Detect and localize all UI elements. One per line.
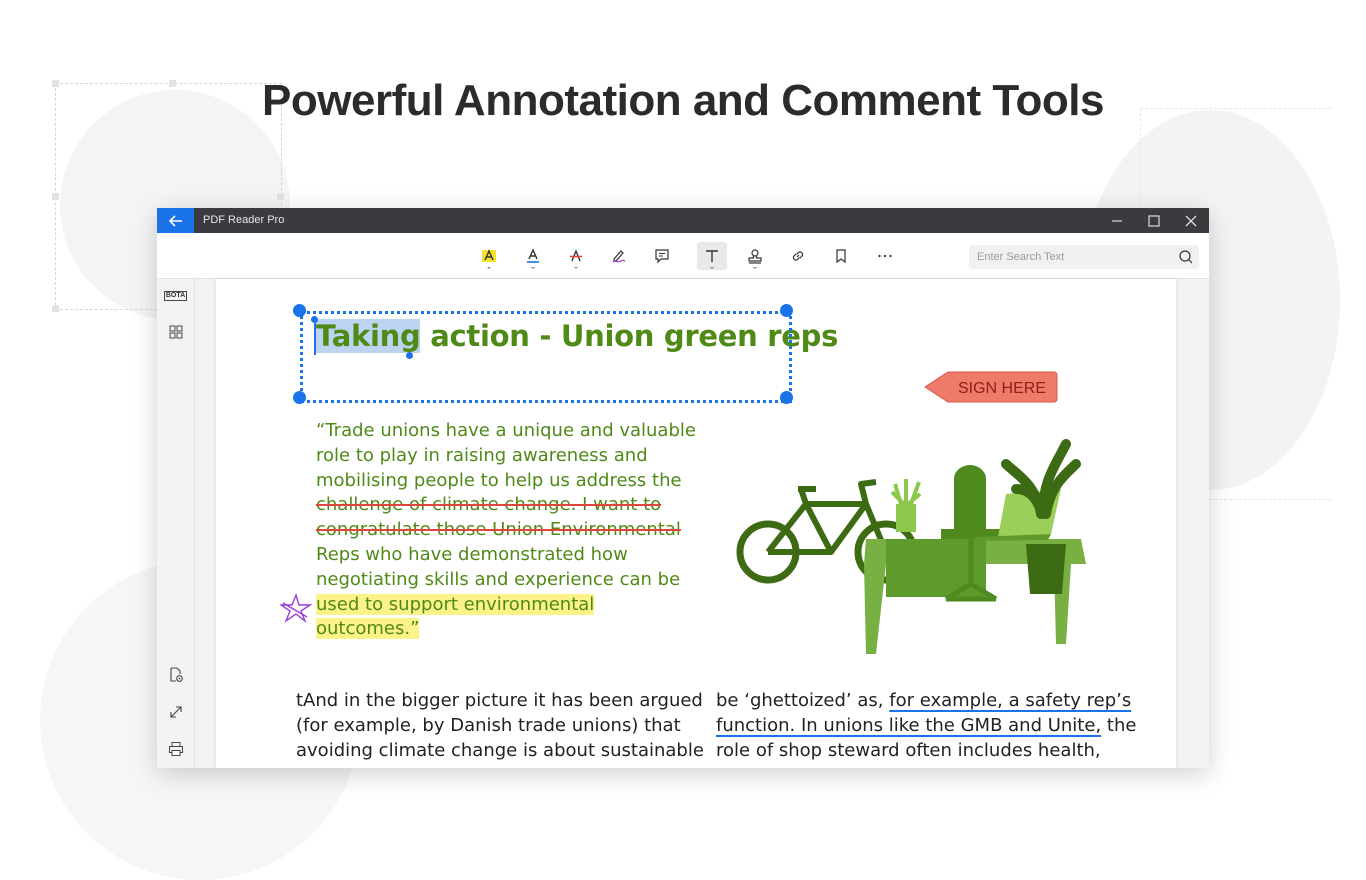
page-headline: Powerful Annotation and Comment Tools	[262, 76, 1104, 125]
chevron-down-icon	[531, 267, 535, 269]
body-text: the	[1101, 714, 1137, 736]
green-office-illustration	[736, 439, 1086, 654]
quote-paragraph: “Trade unions have a unique and valuable…	[316, 419, 696, 642]
link-icon	[792, 251, 804, 261]
search-icon[interactable]	[1178, 249, 1194, 265]
bota-icon: BOTA	[163, 291, 188, 301]
file-settings-icon	[169, 667, 183, 682]
underline-annotation[interactable]: function. In unions like the GMB and Uni…	[716, 715, 1101, 736]
underline-tool[interactable]	[518, 242, 548, 270]
freehand-tool[interactable]	[604, 242, 634, 270]
maximize-icon	[1147, 214, 1160, 227]
body-line: tAnd in the bigger picture it has been a…	[296, 690, 703, 711]
decorative-handle	[52, 305, 59, 312]
strikethrough-tool[interactable]	[561, 242, 591, 270]
file-settings-button[interactable]	[163, 664, 188, 686]
maximize-button[interactable]	[1135, 208, 1172, 233]
right-text-column: be ‘ghettoized’ as, for example, a safet…	[716, 689, 1136, 763]
more-icon	[878, 254, 892, 258]
thumbnails-button[interactable]	[163, 321, 188, 343]
left-text-column: tAnd in the bigger picture it has been a…	[296, 689, 704, 763]
app-window: PDF Reader Pro Enter Search Text BOTA Ta…	[157, 208, 1209, 768]
comment-icon	[655, 249, 669, 264]
quote-line: mobilising people to help us address the	[316, 469, 682, 491]
strikethrough-icon	[570, 249, 582, 262]
decorative-handle	[52, 193, 59, 200]
underline-annotation[interactable]: for example, a safety rep’s	[889, 690, 1131, 711]
search-box	[969, 245, 1199, 269]
selection-end-handle[interactable]	[406, 352, 413, 359]
title-bar: PDF Reader Pro	[157, 208, 1209, 233]
selection-start-handle[interactable]	[311, 316, 318, 323]
underline-icon	[527, 248, 539, 263]
stamp-icon	[748, 249, 762, 264]
body-text: be ‘ghettoized’ as,	[716, 690, 890, 711]
note-tool[interactable]	[647, 242, 677, 270]
bookmark-icon	[836, 249, 846, 264]
pdf-page: Taking action - Union green reps “Trade …	[216, 279, 1176, 768]
close-icon	[1185, 215, 1196, 226]
body-line: (for example, by Danish trade unions) th…	[296, 714, 681, 736]
freehand-star-annotation[interactable]	[280, 593, 312, 623]
decorative-handle	[277, 193, 284, 200]
close-button[interactable]	[1172, 208, 1209, 233]
link-tool[interactable]	[783, 242, 813, 270]
quote-line: “Trade unions have a unique and valuable	[316, 420, 696, 441]
resize-handle[interactable]	[293, 391, 306, 404]
text-box-tool[interactable]	[697, 242, 727, 270]
stamp-tool[interactable]	[740, 242, 770, 270]
thumbnails-icon	[169, 325, 182, 339]
chevron-down-icon	[753, 267, 757, 269]
text-box-selection[interactable]	[300, 311, 792, 403]
sign-here-stamp[interactable]: SIGN HERE	[924, 371, 1058, 403]
quote-line: Reps who have demonstrated how	[316, 543, 628, 565]
annotation-toolbar	[157, 233, 1209, 279]
strikethrough-annotation[interactable]: congratulate those Union Environmental	[316, 519, 681, 540]
search-input[interactable]	[977, 248, 1167, 266]
quote-line: role to play in raising awareness and	[316, 444, 648, 466]
fullscreen-icon	[169, 706, 182, 718]
quote-line: negotiating skills and experience can be	[316, 568, 681, 590]
left-sidebar: BOTA	[157, 279, 195, 768]
highlight-annotation[interactable]: used to support environmental	[316, 593, 595, 615]
stamp-label: SIGN HERE	[958, 380, 1046, 397]
highlight-tool[interactable]	[474, 242, 504, 270]
pen-icon	[612, 250, 626, 263]
minimize-button[interactable]	[1098, 208, 1135, 233]
text-icon	[706, 250, 718, 262]
chevron-down-icon	[487, 267, 491, 269]
bota-button[interactable]: BOTA	[163, 285, 188, 307]
resize-handle[interactable]	[293, 304, 306, 317]
highlight-icon	[482, 249, 496, 262]
resize-handle[interactable]	[780, 391, 793, 404]
resize-handle[interactable]	[780, 304, 793, 317]
bookmark-tool[interactable]	[826, 242, 856, 270]
chevron-down-icon	[574, 267, 578, 269]
fullscreen-button[interactable]	[163, 701, 188, 723]
highlight-annotation[interactable]: outcomes.”	[316, 618, 420, 640]
body-line: avoiding climate change is about sustain…	[296, 739, 704, 761]
more-tool[interactable]	[870, 242, 900, 270]
print-icon	[168, 742, 183, 756]
minimize-icon	[1111, 219, 1122, 222]
strikethrough-annotation[interactable]: challenge of climate change. I want to	[316, 494, 661, 515]
print-button[interactable]	[163, 738, 188, 760]
body-line: role of shop steward often includes heal…	[716, 739, 1101, 761]
chevron-down-icon	[710, 267, 714, 269]
back-button[interactable]	[157, 208, 194, 233]
app-title: PDF Reader Pro	[203, 214, 285, 226]
arrow-left-icon	[168, 214, 182, 227]
